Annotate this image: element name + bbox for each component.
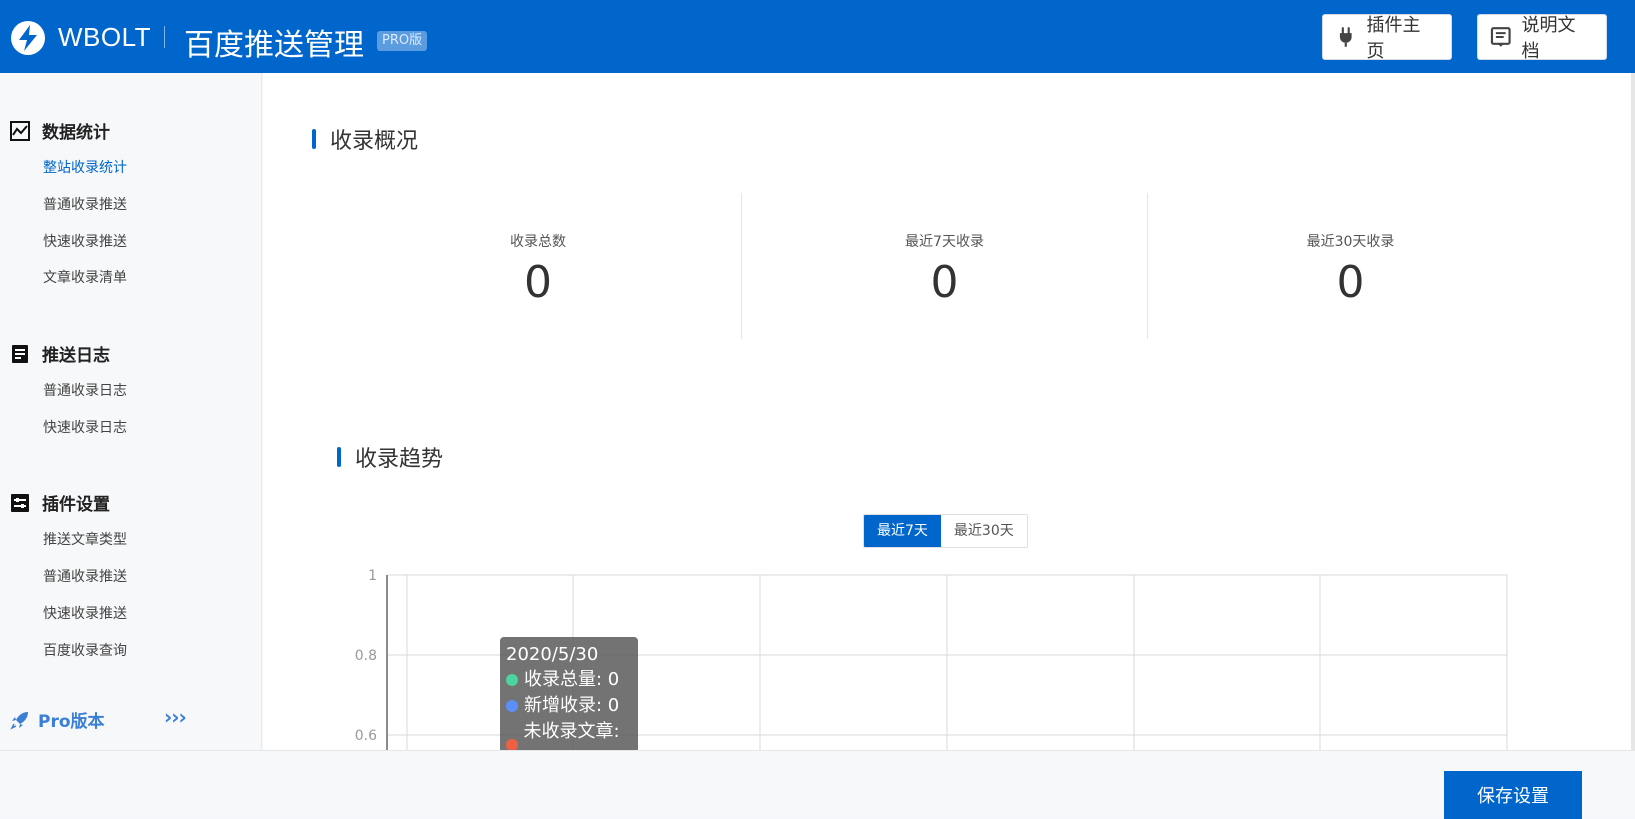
- range-30days-button[interactable]: 最近30天: [940, 515, 1027, 547]
- y-tick-label: 1: [368, 568, 377, 584]
- series-dot-icon: [506, 674, 518, 686]
- pro-arrows-icon[interactable]: ›››: [164, 705, 187, 729]
- pro-version-link[interactable]: Pro版本: [10, 707, 105, 732]
- save-settings-button[interactable]: 保存设置: [1444, 771, 1582, 819]
- stat-7days-label: 最近7天收录: [905, 234, 984, 250]
- sidebar-item-site-stats[interactable]: 整站收录统计: [43, 157, 127, 177]
- app-title: 百度推送管理: [184, 28, 364, 63]
- plugin-home-label: 插件主页: [1366, 15, 1421, 62]
- document-icon: [12, 344, 28, 363]
- title-accent-bar: [337, 447, 341, 467]
- brand-divider: [164, 26, 165, 48]
- stat-30days-label: 最近30天收录: [1306, 234, 1395, 250]
- trend-title-text: 收录趋势: [355, 447, 444, 472]
- range-toggle: 最近7天 最近30天: [863, 514, 1028, 548]
- sliders-icon: [11, 493, 29, 512]
- stat-total: 收录总数 0: [335, 193, 741, 339]
- footer-bar: 保存设置: [0, 750, 1635, 819]
- sidebar-item-normal-push[interactable]: 普通收录推送: [43, 194, 127, 214]
- pro-badge: PRO版: [377, 31, 428, 51]
- nav-group-settings[interactable]: 插件设置: [10, 490, 110, 515]
- overview-title: 收录概况: [312, 123, 418, 155]
- sidebar-item-baidu-query[interactable]: 百度收录查询: [43, 640, 127, 660]
- page-scrollbar[interactable]: [1631, 73, 1635, 750]
- nav-group-settings-label: 插件设置: [42, 495, 110, 515]
- nav-group-stats-label: 数据统计: [42, 123, 110, 143]
- nav-group-logs-label: 推送日志: [42, 346, 110, 366]
- sidebar-item-normal-push-settings[interactable]: 普通收录推送: [43, 566, 127, 586]
- sidebar-item-fast-push-settings[interactable]: 快速收录推送: [43, 603, 127, 623]
- docs-button[interactable]: 说明文档: [1477, 14, 1607, 62]
- doc-icon: [1490, 27, 1511, 47]
- brand-name: WBOLT: [58, 22, 152, 52]
- stat-total-label: 收录总数: [510, 234, 566, 250]
- plug-icon: [1339, 27, 1352, 47]
- overview-title-text: 收录概况: [330, 129, 419, 154]
- plugin-home-button[interactable]: 插件主页: [1322, 14, 1452, 62]
- sidebar-item-normal-log[interactable]: 普通收录日志: [43, 380, 127, 400]
- stat-total-value: 0: [524, 257, 552, 308]
- chart-tooltip: 2020/5/30 收录总量: 0 新增收录: 0 未收录文章: 0: [500, 637, 638, 768]
- tooltip-new: 新增收录: 0: [524, 695, 620, 716]
- trend-title: 收录趋势: [337, 441, 443, 473]
- tooltip-row-total: 收录总量: 0: [506, 667, 632, 693]
- line-chart-icon: [10, 120, 30, 141]
- sidebar-item-fast-log[interactable]: 快速收录日志: [43, 417, 127, 437]
- stat-30days-value: 0: [1336, 257, 1365, 308]
- y-tick-label: 0.8: [355, 648, 377, 664]
- stat-7days-value: 0: [930, 257, 959, 308]
- chart-y-ticks: 1 0.8 0.6: [355, 568, 377, 744]
- sidebar: 数据统计 整站收录统计 普通收录推送 快速收录推送 文章收录清单 推送日志 普通…: [0, 73, 262, 750]
- sidebar-item-post-types[interactable]: 推送文章类型: [43, 529, 127, 549]
- docs-label: 说明文档: [1521, 15, 1576, 62]
- range-7days-button[interactable]: 最近7天: [864, 515, 941, 547]
- y-tick-label: 0.6: [355, 728, 377, 744]
- tooltip-total: 收录总量: 0: [524, 669, 620, 690]
- tooltip-row-new: 新增收录: 0: [506, 693, 632, 719]
- title-accent-bar: [312, 129, 316, 149]
- stat-7days: 最近7天收录 0: [741, 193, 1147, 339]
- rocket-icon: [10, 711, 28, 730]
- nav-group-stats[interactable]: 数据统计: [10, 118, 110, 143]
- sidebar-item-fast-push[interactable]: 快速收录推送: [43, 231, 127, 251]
- nav-group-logs[interactable]: 推送日志: [10, 341, 110, 366]
- bolt-logo-icon: [11, 21, 45, 55]
- tooltip-date: 2020/5/30: [506, 644, 599, 665]
- pro-version-label: Pro版本: [38, 712, 105, 732]
- sidebar-item-article-list[interactable]: 文章收录清单: [43, 267, 127, 287]
- top-header: WBOLT 百度推送管理 PRO版 插件主页 说明文档: [0, 0, 1635, 73]
- stat-30days: 最近30天收录 0: [1147, 193, 1553, 339]
- series-dot-icon: [506, 700, 518, 712]
